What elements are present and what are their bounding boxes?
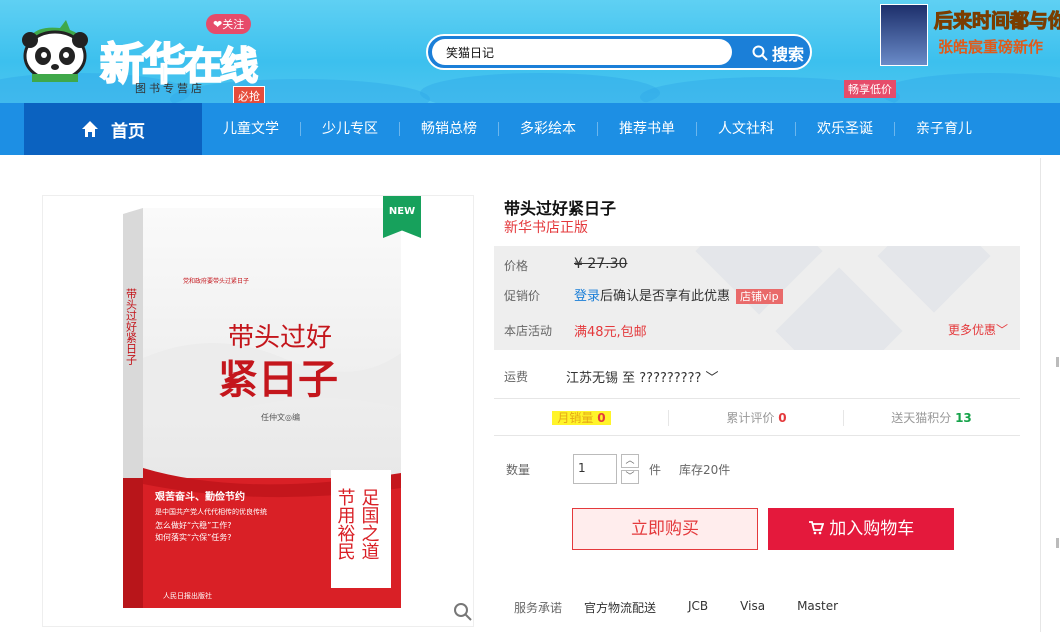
nav-item[interactable]: 推荐书单: [598, 122, 697, 136]
cover-spine-title: 带头过好紧日子: [125, 288, 138, 365]
main-nav: 首页 儿童文学 少儿专区 畅销总榜 多彩绘本 推荐书单 人文社科 欢乐圣诞 亲子…: [0, 103, 1060, 155]
nav-item[interactable]: 少儿专区: [301, 122, 400, 136]
login-link[interactable]: 登录: [574, 289, 600, 304]
search-button[interactable]: 搜索: [752, 41, 804, 65]
site-header: 新华在线 ❤关注 图书专营店 必抢 搜索 后来时间都与你 张皓宸重磅新作 畅享低…: [0, 0, 1060, 103]
promo-headline: 后来时间都与你: [933, 10, 1060, 33]
cover-slogan: 节用裕民: [335, 488, 356, 560]
nav-item[interactable]: 亲子育儿: [895, 122, 993, 136]
store-logo[interactable]: 新华在线 ❤关注 图书专营店 必抢: [20, 8, 280, 103]
svg-text:党和政府要带头过紧日子: 党和政府要带头过紧日子: [183, 277, 249, 285]
book-cover-image[interactable]: 带头过好紧日子 党和政府要带头过紧日子 带头过好 紧日子 任仲文◎编 艰苦奋斗、…: [123, 208, 401, 608]
nav-item[interactable]: 欢乐圣诞: [796, 122, 895, 136]
cover-publisher: 人民日报出版社: [163, 591, 212, 600]
quantity-increase-button[interactable]: ︿: [621, 454, 639, 468]
promo-note: 后确认是否享有此优惠: [600, 289, 731, 304]
nav-home-label: 首页: [111, 121, 145, 142]
nav-item[interactable]: 多彩绘本: [499, 122, 598, 136]
service-label: 服务承诺: [514, 601, 563, 615]
shipping-label: 运费: [504, 370, 529, 384]
cover-title-line2: 紧日子: [218, 356, 338, 403]
promo-low-price-badge: 畅享低价: [844, 80, 896, 98]
price-panel: 价格 ¥ 27.30 促销价 登录后确认是否享有此优惠 店铺vip 本店活动 满4…: [494, 246, 1020, 350]
cover-title-line1: 带头过好: [228, 323, 332, 353]
vip-badge[interactable]: 店铺vip: [736, 289, 783, 304]
shipping-destination[interactable]: 江苏无锡 至 ????????? ﹀: [566, 367, 719, 386]
store-tagline: 图书专营店: [135, 82, 205, 95]
follow-badge[interactable]: ❤关注: [206, 14, 252, 34]
activity-label: 本店活动: [504, 324, 553, 338]
stats-divider: [494, 410, 669, 426]
panda-logo-icon: [22, 20, 88, 82]
original-price: ¥ 27.30: [574, 256, 628, 272]
stats-row: 月销量 0 累计评价 0 送天猫积分 13: [494, 398, 1020, 436]
search-input[interactable]: [432, 39, 732, 65]
service-item: 官方物流配送: [584, 601, 657, 615]
promo-subline: 张皓宸重磅新作: [938, 38, 1044, 56]
quantity-unit: 件: [649, 463, 662, 477]
sidebar-divider: [1040, 158, 1041, 632]
more-offers-link[interactable]: 更多优惠﹀: [948, 321, 1008, 338]
chevron-down-icon: ﹀: [705, 371, 719, 386]
cover-slogan: 足国之道: [359, 488, 380, 560]
nav-item[interactable]: 畅销总榜: [400, 122, 499, 136]
cover-red-line: 是中国共产党人代代相传的优良传统: [155, 507, 267, 516]
stock-count: 库存20件: [679, 463, 731, 477]
home-icon: [82, 121, 98, 137]
sidebar-marker: [1056, 538, 1059, 548]
product-title: 带头过好紧日子: [504, 199, 617, 218]
tmall-points: 送天猫积分 13: [891, 411, 972, 425]
search-bar: 搜索: [426, 34, 812, 70]
sidebar-marker: [1056, 357, 1059, 367]
nav-item[interactable]: 人文社科: [697, 122, 796, 136]
add-to-cart-label: 加入购物车: [829, 519, 915, 539]
cart-icon: [808, 521, 825, 535]
nav-home[interactable]: 首页: [24, 103, 202, 155]
chevron-down-icon: ﹀: [995, 323, 1008, 337]
nav-item[interactable]: 儿童文学: [202, 122, 301, 136]
cover-author: 任仲文◎编: [261, 412, 300, 422]
buy-now-button[interactable]: 立即购买: [572, 508, 758, 550]
product-gallery: 带头过好紧日子 党和政府要带头过紧日子 带头过好 紧日子 任仲文◎编 艰苦奋斗、…: [42, 195, 474, 627]
quantity-input[interactable]: 1: [573, 454, 617, 484]
promo-price-label: 促销价: [504, 289, 541, 303]
activity-value: 满48元,包邮: [574, 325, 647, 340]
price-label: 价格: [504, 259, 529, 273]
new-badge: NEW: [383, 196, 421, 238]
cover-red-line: 艰苦奋斗、勤俭节约: [154, 490, 245, 503]
add-to-cart-button[interactable]: 加入购物车: [768, 508, 954, 550]
stats-divider: [669, 410, 844, 426]
cover-red-line: 如何落实“六保”任务?: [155, 532, 232, 542]
zoom-icon[interactable]: [453, 602, 473, 622]
quantity-label: 数量: [506, 463, 531, 477]
quantity-decrease-button[interactable]: ﹀: [621, 470, 639, 484]
promo-book-image: [880, 4, 928, 66]
service-list: 官方物流配送 JCB Visa Master: [584, 599, 838, 616]
search-icon: [752, 45, 768, 61]
service-item: Master: [797, 599, 839, 613]
promo-banner[interactable]: 后来时间都与你 张皓宸重磅新作 畅享低价: [836, 0, 1060, 103]
shipping-row: 运费 江苏无锡 至 ????????? ﹀: [494, 358, 1020, 400]
service-item: Visa: [740, 599, 766, 613]
cover-red-line: 怎么做好“六稳”工作?: [155, 520, 232, 530]
service-item: JCB: [688, 599, 709, 613]
search-button-label: 搜索: [771, 45, 804, 64]
must-grab-tag[interactable]: 必抢: [233, 86, 265, 103]
product-subtitle: 新华书店正版: [504, 220, 588, 236]
